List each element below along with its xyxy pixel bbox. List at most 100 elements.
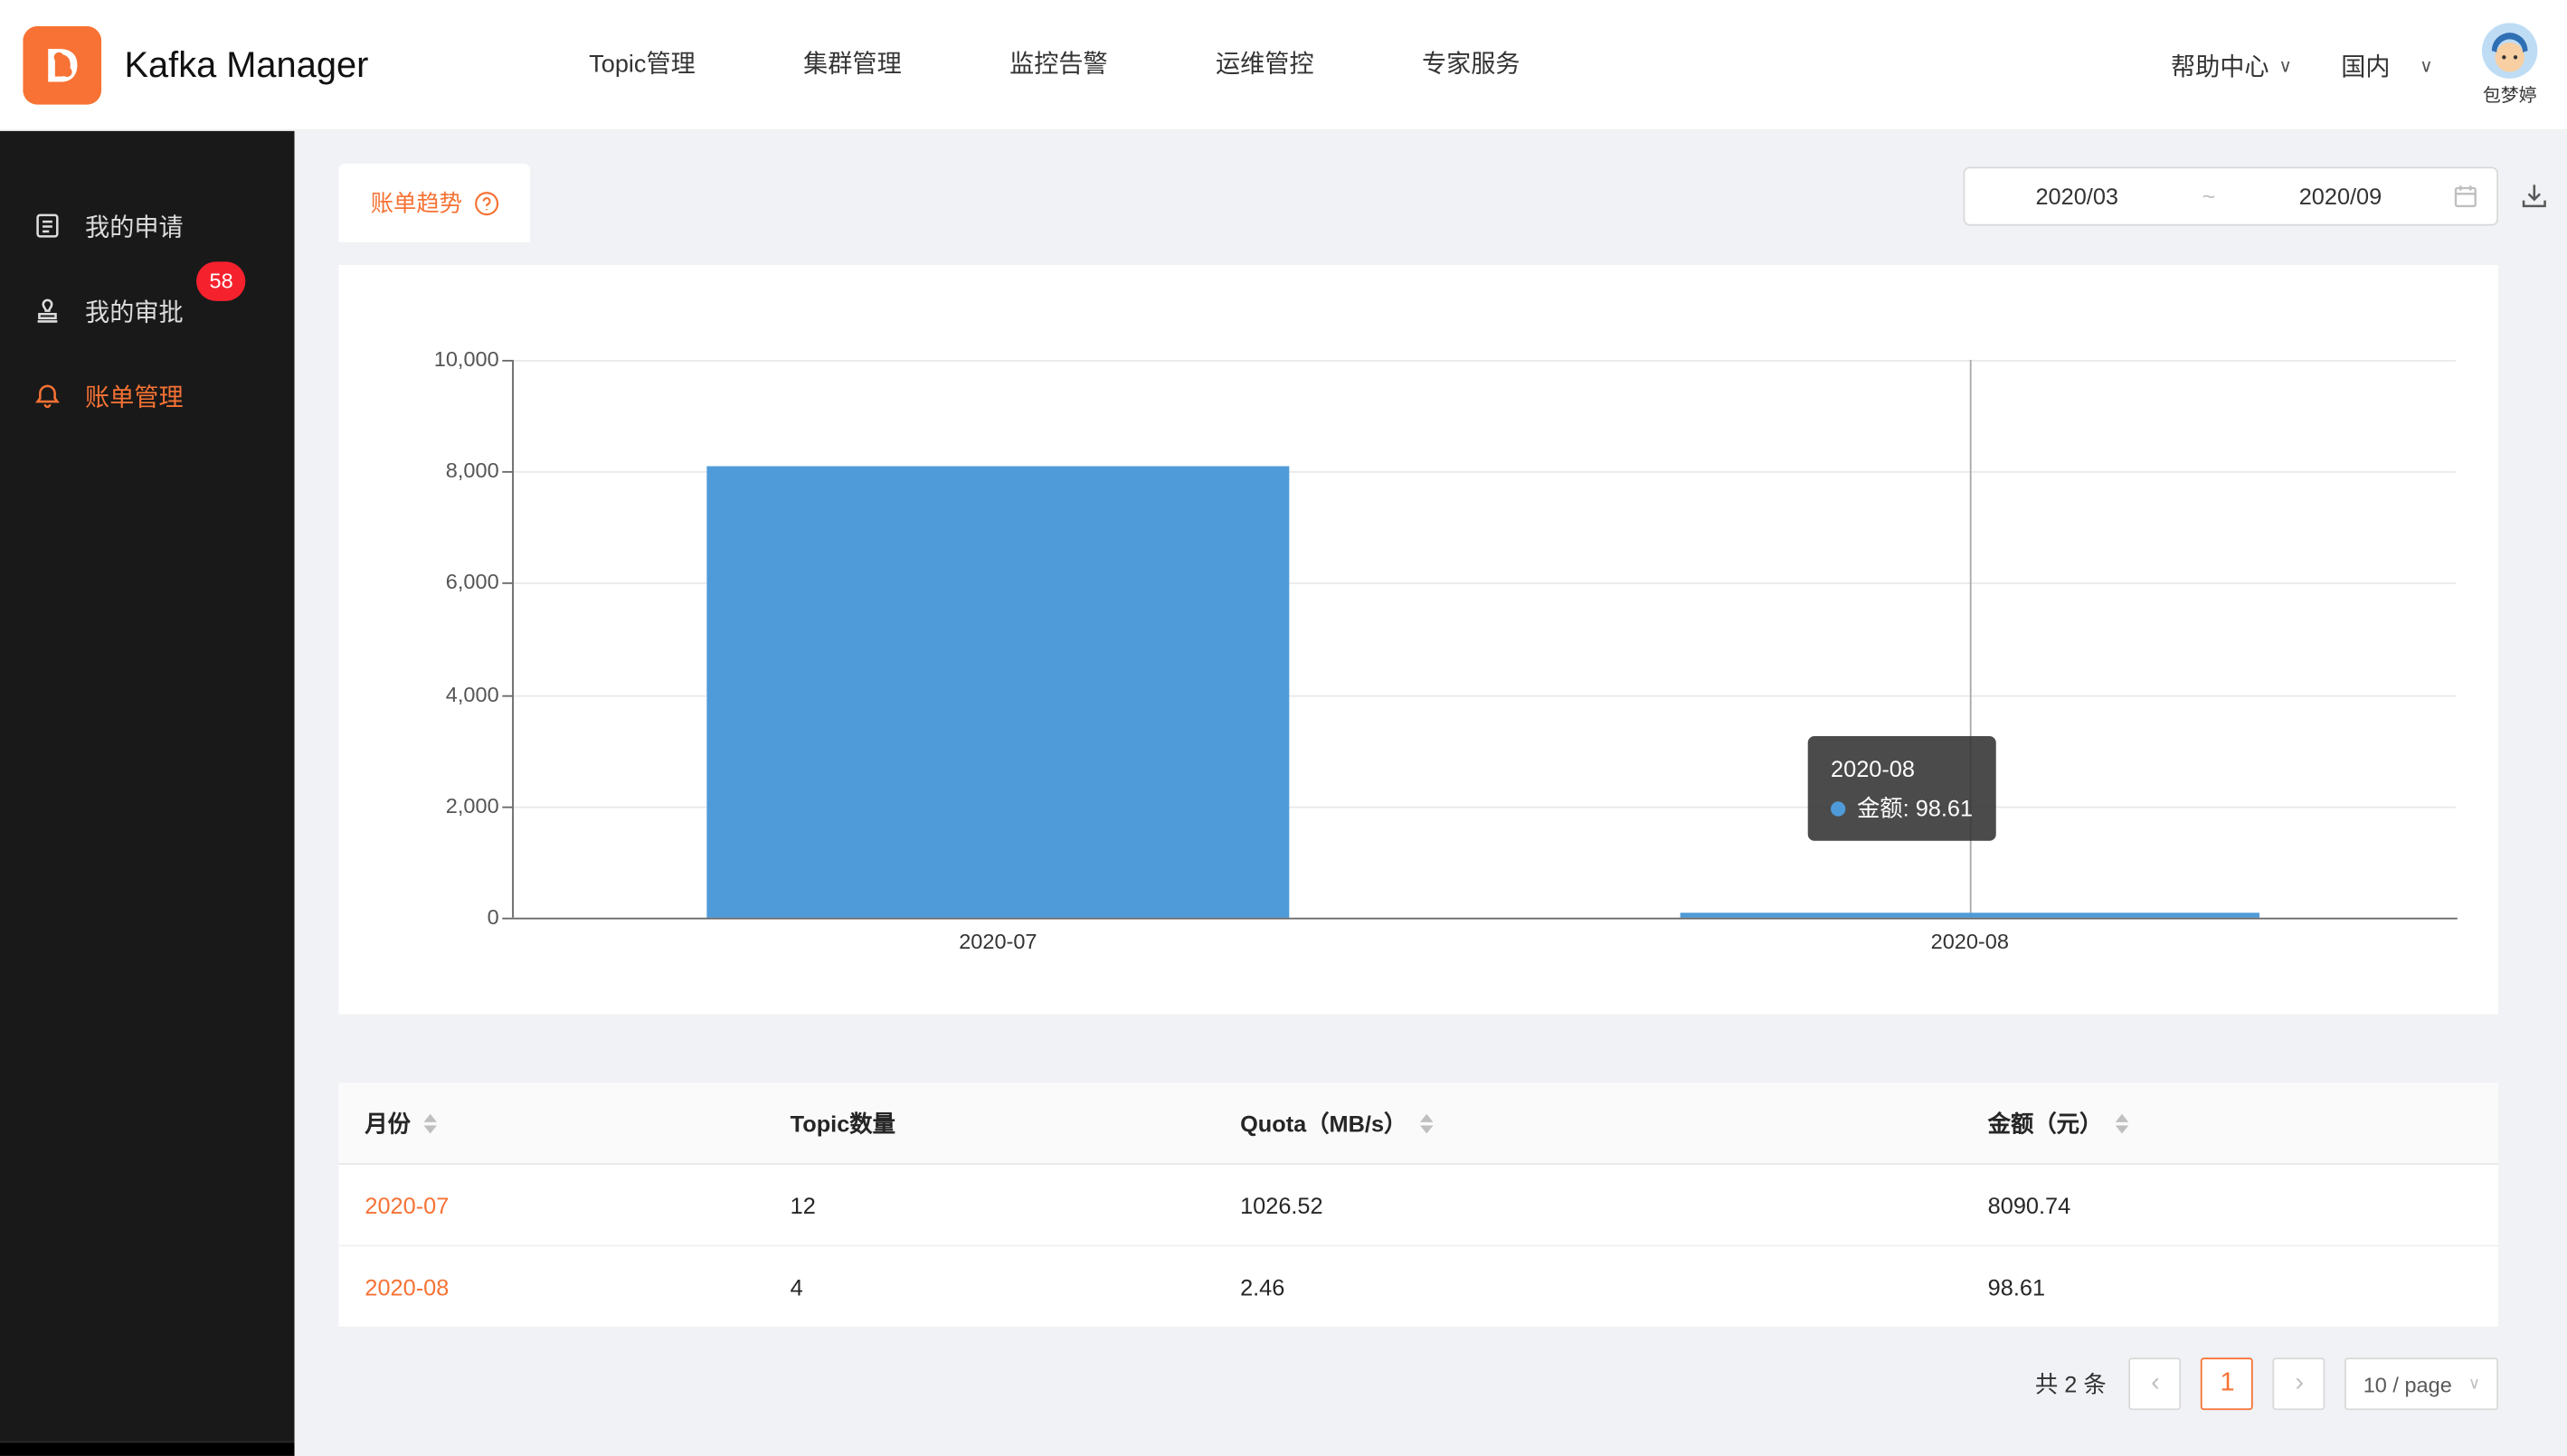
y-axis-tick xyxy=(502,807,512,808)
y-axis-tick xyxy=(502,918,512,920)
total-count: 共 2 条 xyxy=(2035,1367,2107,1400)
nav-monitor-alert[interactable]: 监控告警 xyxy=(1009,0,1108,131)
y-axis-tick xyxy=(502,360,512,362)
billing-table: 月份 Topic数量 Quota（MB/s） 金额（元） 2020-07 xyxy=(338,1083,2498,1328)
y-axis-tick xyxy=(502,582,512,584)
page-size-select[interactable]: 10 / page ∨ xyxy=(2345,1357,2498,1410)
sidebar-footer xyxy=(0,1442,295,1456)
sidebar-item-label: 账单管理 xyxy=(85,379,184,413)
table-header-row: 月份 Topic数量 Quota（MB/s） 金额（元） xyxy=(338,1083,2498,1164)
page-size-value: 10 / page xyxy=(2363,1372,2452,1396)
download-icon[interactable] xyxy=(2520,182,2550,212)
tooltip-row: 金额: 98.61 xyxy=(1831,789,1973,827)
sidebar-item-my-approvals[interactable]: 我的审批 58 xyxy=(0,269,295,354)
chevron-right-icon: › xyxy=(2295,1369,2304,1397)
sort-icons[interactable] xyxy=(1420,1113,1433,1133)
y-tick-label: 0 xyxy=(338,903,498,932)
table-row: 2020-07 12 1026.52 8090.74 xyxy=(338,1165,2498,1246)
date-start[interactable]: 2020/03 xyxy=(1965,184,2189,210)
sidebar: 我的申请 我的审批 58 账单管理 xyxy=(0,131,295,1456)
table-row: 2020-08 4 2.46 98.61 xyxy=(338,1246,2498,1328)
y-axis-tick xyxy=(502,471,512,473)
user-profile[interactable]: 包梦婷 xyxy=(2482,23,2537,108)
cell-quota: 2.46 xyxy=(1214,1273,1962,1300)
pagination: 共 2 条 ‹ 1 › 10 / page ∨ xyxy=(338,1357,2498,1410)
scale-wrap: D Kafka Manager Topic管理 集群管理 监控告警 运维管控 专… xyxy=(0,0,2567,1456)
y-axis-line xyxy=(512,360,514,918)
sort-icons[interactable] xyxy=(2116,1113,2128,1133)
sidebar-item-bill-management[interactable]: 账单管理 xyxy=(0,354,295,439)
x-axis-line xyxy=(512,918,2458,920)
approval-stamp-icon xyxy=(33,296,62,326)
chevron-down-icon: ∨ xyxy=(2420,55,2433,77)
date-separator: ~ xyxy=(2189,184,2228,210)
header-right: 帮助中心 ∨ 国内 ∨ 包梦婷 xyxy=(2171,0,2537,131)
logo-icon: D xyxy=(23,26,101,105)
x-tick-label: 2020-08 xyxy=(1855,929,2084,953)
chart-panel: 10,000 8,000 6,000 4,000 2,000 0 2020-07 xyxy=(338,265,2498,1014)
y-tick-label: 8,000 xyxy=(338,457,498,487)
nav-cluster-management[interactable]: 集群管理 xyxy=(803,0,902,131)
chart-bar-2020-07[interactable] xyxy=(706,467,1289,918)
sort-icons[interactable] xyxy=(423,1113,436,1133)
header: D Kafka Manager Topic管理 集群管理 监控告警 运维管控 专… xyxy=(0,0,2567,131)
region-menu[interactable]: 国内 ∨ xyxy=(2341,48,2432,82)
column-header-quota: Quota（MB/s） xyxy=(1214,1107,1962,1139)
next-page-button[interactable]: › xyxy=(2273,1357,2325,1410)
avatar xyxy=(2482,23,2537,78)
chevron-down-icon: ∨ xyxy=(2468,1375,2480,1393)
cell-amount: 98.61 xyxy=(1962,1273,2498,1300)
cell-amount: 8090.74 xyxy=(1962,1192,2498,1218)
cell-topic-count: 12 xyxy=(764,1192,1214,1218)
y-tick-label: 10,000 xyxy=(338,345,498,375)
main-content: 账单趋势 2020/03 ~ 2020/09 10, xyxy=(295,131,2567,1456)
question-circle-icon xyxy=(474,191,498,215)
approvals-count-badge: 58 xyxy=(196,261,246,300)
month-link[interactable]: 2020-08 xyxy=(365,1273,449,1300)
top-nav: Topic管理 集群管理 监控告警 运维管控 专家服务 xyxy=(589,0,1520,131)
y-tick-label: 6,000 xyxy=(338,568,498,598)
month-link[interactable]: 2020-07 xyxy=(365,1192,449,1218)
help-center-label: 帮助中心 xyxy=(2171,48,2269,82)
chart-tooltip: 2020-08 金额: 98.61 xyxy=(1808,736,1996,841)
sidebar-item-label: 我的审批 xyxy=(85,294,184,328)
date-range-picker[interactable]: 2020/03 ~ 2020/09 xyxy=(1964,166,2498,225)
y-tick-label: 4,000 xyxy=(338,680,498,710)
sidebar-item-label: 我的申请 xyxy=(85,209,184,243)
app-title: Kafka Manager xyxy=(124,0,368,131)
y-axis-tick xyxy=(502,695,512,697)
tab-label: 账单趋势 xyxy=(371,186,462,219)
svg-text:D: D xyxy=(45,40,80,92)
document-icon xyxy=(33,211,62,241)
cell-topic-count: 4 xyxy=(764,1273,1214,1300)
prev-page-button[interactable]: ‹ xyxy=(2129,1357,2182,1410)
column-header-topic-count: Topic数量 xyxy=(764,1107,1214,1139)
cell-month: 2020-07 xyxy=(338,1192,763,1218)
chevron-left-icon: ‹ xyxy=(2151,1369,2160,1397)
date-end[interactable]: 2020/09 xyxy=(2229,184,2453,210)
column-header-month: 月份 xyxy=(338,1107,763,1139)
app-root: D Kafka Manager Topic管理 集群管理 监控告警 运维管控 专… xyxy=(0,0,2567,1456)
cell-quota: 1026.52 xyxy=(1214,1192,1962,1218)
tooltip-title: 2020-08 xyxy=(1831,749,1973,788)
username: 包梦婷 xyxy=(2483,81,2537,108)
calendar-icon xyxy=(2452,184,2478,210)
sidebar-item-my-applications[interactable]: 我的申请 xyxy=(0,184,295,269)
chevron-down-icon: ∨ xyxy=(2278,55,2292,77)
y-tick-label: 2,000 xyxy=(338,791,498,821)
help-center-menu[interactable]: 帮助中心 ∨ xyxy=(2171,48,2292,82)
nav-expert-service[interactable]: 专家服务 xyxy=(1422,0,1520,131)
tab-bill-trend[interactable]: 账单趋势 xyxy=(338,164,530,242)
gridline xyxy=(512,360,2456,362)
column-header-amount: 金额（元） xyxy=(1962,1107,2498,1139)
app-logo[interactable]: D xyxy=(23,26,101,105)
nav-ops-control[interactable]: 运维管控 xyxy=(1216,0,1314,131)
page-1-button[interactable]: 1 xyxy=(2202,1357,2254,1410)
series-dot-icon xyxy=(1831,801,1845,816)
bill-icon xyxy=(33,381,62,411)
cell-month: 2020-08 xyxy=(338,1273,763,1300)
x-tick-label: 2020-07 xyxy=(884,929,1113,953)
region-label: 国内 xyxy=(2341,48,2390,82)
nav-topic-management[interactable]: Topic管理 xyxy=(589,0,696,131)
page-number: 1 xyxy=(2221,1369,2235,1397)
